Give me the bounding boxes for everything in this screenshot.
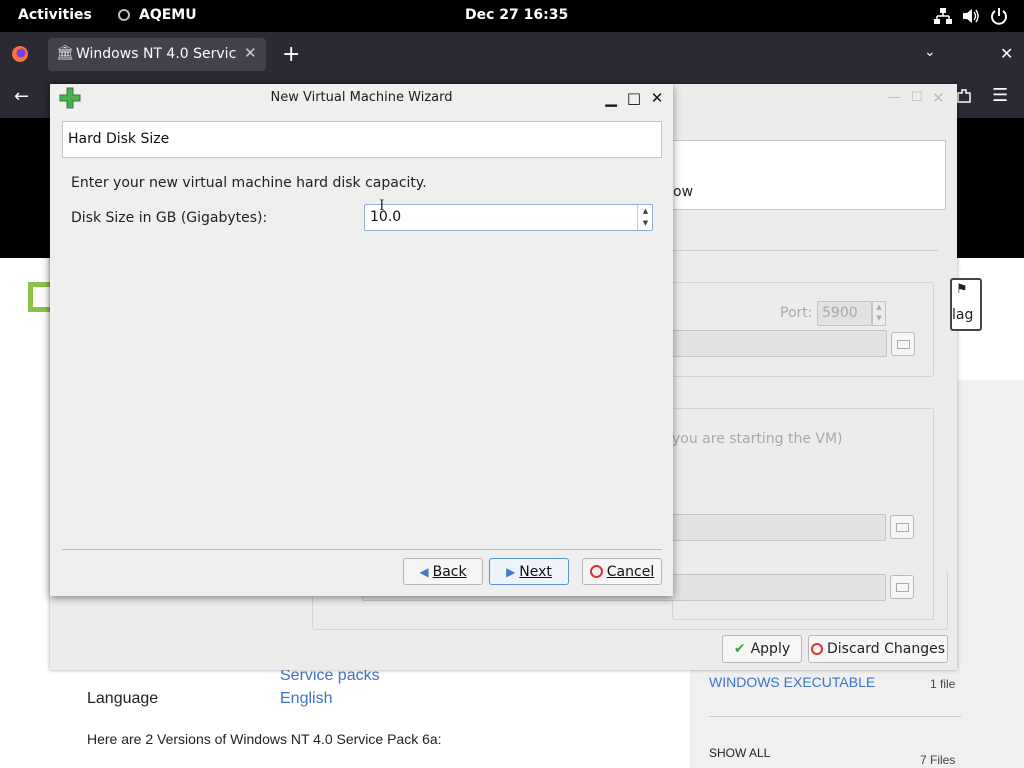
spin-arrows-icon[interactable]: ▲ ▼ [637,205,653,230]
files-divider [709,716,961,717]
starting-vm-text: you are starting the VM) [672,431,843,447]
back-label: Back [432,563,467,580]
next-arrow-icon: ▶ [506,564,516,579]
volume-icon[interactable] [962,8,980,24]
show-all-link[interactable]: SHOW ALL [709,746,770,760]
tab-favicon-icon: 🏛 [56,45,74,61]
discard-changes-button[interactable]: Discard Changes [808,635,948,663]
folder-icon [896,523,909,532]
versions-text: Here are 2 Versions of Windows NT 4.0 Se… [87,731,442,747]
next-button[interactable]: ▶ Next [489,558,569,585]
language-label: Language [87,690,159,707]
aqemu-app-icon [118,9,130,21]
language-value-link[interactable]: English [280,690,332,708]
port-spin-arrows-icon[interactable]: ▲ ▼ [872,301,886,326]
windows-executable-count: 1 file [930,677,956,691]
aqemu-separator [672,250,938,251]
aqemu-minimize-icon[interactable]: — [888,90,901,105]
next-label: Next [519,563,552,580]
aqemu-browse-button-1[interactable] [891,332,915,356]
cancel-label: Cancel [606,563,655,580]
back-arrow-icon[interactable]: ← [14,86,29,107]
browser-tab[interactable]: 🏛 Windows NT 4.0 Service P ✕ [48,38,266,71]
wizard-minimize-icon[interactable]: ▁ [601,88,621,108]
port-value: 5900 [822,305,858,321]
wizard-page-header: Hard Disk Size [62,121,662,158]
apply-label: Apply [750,641,791,657]
check-icon: ✔ [733,641,746,657]
wizard-page-title: Hard Disk Size [68,131,170,147]
tab-close-icon[interactable]: ✕ [244,44,257,62]
clock[interactable]: Dec 27 16:35 [465,7,568,23]
flag-label: lag [952,307,974,323]
port-label: Port: [780,305,813,321]
activities-button[interactable]: Activities [18,7,92,23]
close-window-icon[interactable]: ✕ [1000,44,1013,63]
back-arrow-icon: ◀ [419,564,429,579]
aqemu-close-icon[interactable]: ✕ [932,89,945,107]
aqemu-maximize-icon[interactable]: ☐ [911,90,923,105]
cancel-button[interactable]: Cancel [582,558,662,585]
new-vm-wizard-dialog: New Virtual Machine Wizard ▁ □ ✕ Hard Di… [50,84,673,596]
folder-icon [897,340,910,349]
cancel-icon [589,565,603,578]
disk-size-spinbox[interactable]: 10.0 I ▲ ▼ [364,198,653,231]
aqemu-flag-button[interactable]: ⚑ lag [950,278,982,331]
aqemu-disabled-field-2[interactable] [672,514,886,541]
network-icon[interactable] [934,8,952,24]
wizard-close-icon[interactable]: ✕ [647,88,667,108]
new-tab-icon[interactable]: + [282,42,300,67]
windows-executable-link[interactable]: WINDOWS EXECUTABLE [709,674,875,690]
menu-hamburger-icon[interactable]: ☰ [992,85,1008,106]
wizard-maximize-icon[interactable]: □ [624,88,644,108]
firefox-icon[interactable] [11,45,29,63]
flag-icon: ⚑ [956,282,968,297]
extensions-icon[interactable] [956,88,972,104]
tab-title: Windows NT 4.0 Service P [76,46,236,62]
wizard-separator [62,549,662,550]
discard-label: Discard Changes [827,641,945,657]
app-menu[interactable]: AQEMU [139,7,197,23]
show-all-count: 7 Files [920,753,956,767]
wizard-title: New Virtual Machine Wizard [270,90,453,105]
instruction-text: Enter your new virtual machine hard disk… [71,175,427,191]
wizard-titlebar[interactable]: New Virtual Machine Wizard ▁ □ ✕ [50,84,673,112]
apply-button[interactable]: ✔ Apply [722,635,802,663]
aqemu-info-text: ow [673,184,694,200]
text-cursor-icon: I [379,198,385,214]
stop-icon [811,643,823,655]
page-logo-fragment [28,282,50,312]
disk-size-value[interactable]: 10.0 [370,209,401,225]
port-spinbox[interactable]: 5900 [817,301,872,326]
back-button[interactable]: ◀ Back [403,558,483,585]
aqemu-disabled-field-1[interactable] [672,330,887,357]
aqemu-browse-button-2[interactable] [890,515,914,539]
power-icon[interactable] [990,7,1008,25]
list-tabs-chevron-down-icon[interactable]: ⌄ [924,44,936,60]
aqemu-info-box: ow [672,140,946,210]
disk-size-label: Disk Size in GB (Gigabytes): [71,210,268,226]
gnome-top-bar: Activities AQEMU Dec 27 16:35 [0,0,1024,32]
